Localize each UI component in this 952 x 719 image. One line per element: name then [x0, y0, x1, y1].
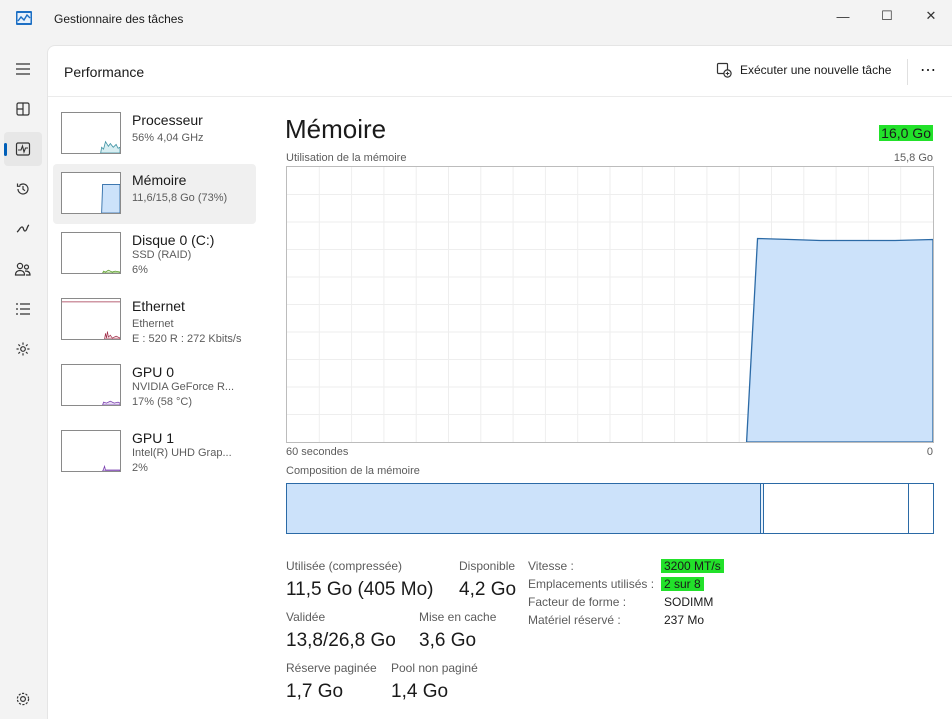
ethernet-thumbnail	[61, 298, 121, 340]
nav-app-history[interactable]	[4, 172, 42, 206]
cached-value: 3,6 Go	[419, 630, 477, 651]
services-icon	[16, 342, 30, 356]
memory-usage-graph	[286, 166, 934, 443]
committed-value: 13,8/26,8 Go	[286, 630, 396, 651]
committed-label: Validée	[286, 610, 326, 624]
hardware-reserved-label: Matériel réservé :	[528, 613, 621, 627]
available-value: 4,2 Go	[459, 579, 517, 600]
minimize-button[interactable]: —	[820, 0, 866, 32]
paged-pool-value: 1,7 Go	[286, 681, 344, 702]
page-title: Performance	[64, 64, 145, 80]
usage-graph-label: Utilisation de la mémoire	[286, 152, 407, 164]
nav-users[interactable]	[4, 252, 42, 286]
total-memory: 16,0 Go	[879, 125, 933, 141]
device-item-ethernet[interactable]: Ethernet Ethernet E : 520 R : 272 Kbits/…	[53, 290, 256, 350]
device-usage: 2%	[132, 462, 148, 474]
device-item-memory[interactable]: Mémoire 11,6/15,8 Go (73%)	[53, 164, 256, 224]
nav-startup-apps[interactable]	[4, 212, 42, 246]
maximize-icon: ☐	[881, 8, 893, 23]
gpu1-thumbnail	[61, 430, 121, 472]
device-name: Ethernet	[132, 298, 185, 314]
device-name: Disque 0 (C:)	[132, 232, 215, 248]
task-manager-app-icon	[16, 11, 32, 25]
device-detail: Ethernet	[132, 318, 174, 330]
speed-value: 3200 MT/s	[661, 559, 724, 573]
device-usage: 6%	[132, 264, 148, 276]
slots-label: Emplacements utilisés :	[528, 577, 655, 591]
form-factor-value: SODIMM	[664, 595, 714, 609]
gpu0-thumbnail	[61, 364, 121, 406]
new-task-icon	[716, 62, 732, 78]
title-bar: Gestionnaire des tâches — ☐ ✕	[0, 0, 952, 38]
device-item-cpu[interactable]: Processeur 56% 4,04 GHz	[53, 104, 256, 164]
device-detail: Intel(R) UHD Grap...	[132, 447, 232, 459]
hamburger-icon	[16, 63, 30, 75]
menu-button[interactable]	[4, 52, 42, 86]
device-throughput: E : 520 R : 272 Kbits/s	[132, 333, 242, 345]
window-title: Gestionnaire des tâches	[54, 12, 184, 26]
available-label: Disponible	[459, 559, 516, 573]
close-icon: ✕	[925, 8, 937, 23]
device-detail: 56% 4,04 GHz	[132, 132, 204, 144]
used-label: Utilisée (compressée)	[286, 559, 403, 573]
nonpaged-pool-label: Pool non paginé	[391, 661, 478, 675]
composition-standby	[764, 484, 909, 533]
users-icon	[14, 262, 31, 276]
performance-icon	[15, 142, 31, 156]
device-item-gpu0[interactable]: GPU 0 NVIDIA GeForce R... 17% (58 °C)	[53, 356, 256, 416]
header-divider	[907, 59, 908, 85]
nav-settings[interactable]	[4, 682, 42, 716]
main-panel: Performance Exécuter une nouvelle tâche …	[47, 45, 952, 719]
device-name: Processeur	[132, 112, 203, 128]
nav-processes[interactable]	[4, 92, 42, 126]
processes-icon	[16, 102, 30, 116]
startup-icon	[16, 224, 30, 233]
slots-value: 2 sur 8	[661, 577, 704, 591]
nav-services[interactable]	[4, 332, 42, 366]
settings-icon	[16, 692, 30, 706]
device-usage: 17% (58 °C)	[132, 396, 193, 408]
more-options-button[interactable]: ⋯	[920, 60, 937, 80]
cpu-thumbnail	[61, 112, 121, 154]
memory-usage-area	[745, 237, 933, 442]
run-new-task-label: Exécuter une nouvelle tâche	[740, 63, 892, 77]
composition-label: Composition de la mémoire	[286, 465, 420, 477]
graph-time-left: 60 secondes	[286, 446, 349, 458]
nav-performance[interactable]	[4, 132, 42, 166]
history-icon	[16, 183, 29, 195]
hardware-reserved-value: 237 Mo	[664, 613, 705, 627]
form-factor-label: Facteur de forme :	[528, 595, 627, 609]
detail-title: Mémoire	[285, 114, 387, 144]
device-detail: 11,6/15,8 Go (73%)	[132, 192, 228, 204]
device-name: GPU 0	[132, 364, 175, 380]
paged-pool-label: Réserve paginée	[286, 661, 377, 675]
device-detail: SSD (RAID)	[132, 249, 192, 261]
memory-thumbnail	[61, 172, 121, 214]
nav-details[interactable]	[4, 292, 42, 326]
memory-composition-bar	[286, 483, 934, 534]
device-item-gpu1[interactable]: GPU 1 Intel(R) UHD Grap... 2%	[53, 422, 256, 482]
disk-thumbnail	[61, 232, 121, 274]
device-detail: NVIDIA GeForce R...	[132, 381, 235, 393]
minimize-icon: —	[836, 8, 850, 24]
graph-time-right: 0	[926, 446, 933, 458]
device-name: Mémoire	[132, 172, 187, 188]
run-new-task-button[interactable]: Exécuter une nouvelle tâche	[716, 62, 891, 78]
speed-label: Vitesse :	[528, 559, 574, 573]
close-button[interactable]: ✕	[908, 0, 952, 32]
nonpaged-pool-value: 1,4 Go	[391, 681, 449, 702]
used-value: 11,5 Go (405 Mo)	[286, 579, 434, 600]
composition-in-use	[287, 484, 761, 533]
cached-label: Mise en cache	[419, 610, 497, 624]
device-item-disk[interactable]: Disque 0 (C:) SSD (RAID) 6%	[53, 224, 256, 284]
details-icon	[16, 303, 30, 315]
usage-graph-max: 15,8 Go	[893, 152, 933, 164]
navigation-rail	[0, 38, 46, 719]
maximize-button[interactable]: ☐	[864, 0, 910, 32]
device-name: GPU 1	[132, 430, 175, 446]
page-header: Performance Exécuter une nouvelle tâche …	[48, 46, 952, 97]
